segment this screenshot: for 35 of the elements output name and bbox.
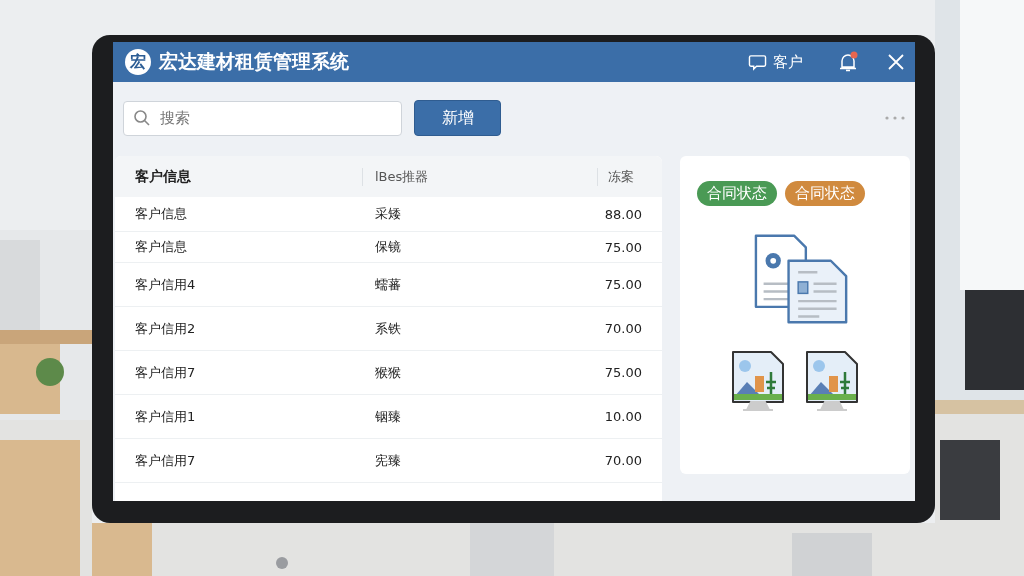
close-icon[interactable] — [887, 53, 905, 71]
table-cell-text: 70.00 — [603, 321, 643, 336]
table-cell-text: 75.00 — [603, 239, 643, 255]
table-cell-text: 宪臻 — [374, 451, 402, 470]
table-cell-text: 系铁 — [374, 319, 402, 338]
table-cell-text: 75.00 — [603, 277, 643, 292]
table-cell-text: 采矮 — [374, 205, 402, 223]
table-cell-text: 客户信用7 — [134, 363, 197, 382]
table-cell-text: 10.00 — [603, 409, 643, 424]
table-cell-text: 客户信用7 — [134, 451, 197, 470]
table-cell-text: 88.00 — [603, 206, 643, 222]
logo: 宏 — [125, 49, 151, 75]
window-title: 宏达建材租赁管理系统 — [159, 49, 349, 74]
status-tag: 合同状态 — [785, 181, 865, 206]
column-header: lBes推器 — [362, 167, 597, 186]
add-button[interactable]: 新增 — [414, 100, 501, 136]
search-field[interactable]: 搜索 — [123, 100, 402, 136]
column-header: 客户信息 — [134, 167, 192, 186]
table-cell-text: 客户信用2 — [134, 319, 197, 338]
table-cell-text: 75.00 — [603, 365, 643, 380]
customer-button[interactable]: 客户 — [748, 52, 803, 72]
table-cell-text: 保镜 — [374, 238, 402, 256]
table-cell-text: 客户信用1 — [134, 407, 197, 426]
table-cell-text: 猴猴 — [374, 363, 402, 382]
chat-icon — [748, 53, 767, 71]
table-cell-text: 客户信息 — [134, 238, 188, 256]
search-icon — [133, 108, 151, 127]
table-cell-text: 蠕蕃 — [374, 275, 402, 294]
column-header: 冻案 — [597, 167, 662, 186]
table-cell-text: 客户信息 — [134, 205, 188, 223]
table-cell-text: 70.00 — [603, 453, 643, 468]
table-cell-text: 客户信用4 — [134, 275, 197, 294]
table-cell-text: 铟臻 — [374, 407, 402, 426]
status-tag: 合同状态 — [697, 181, 777, 206]
bell-icon[interactable] — [837, 51, 859, 73]
